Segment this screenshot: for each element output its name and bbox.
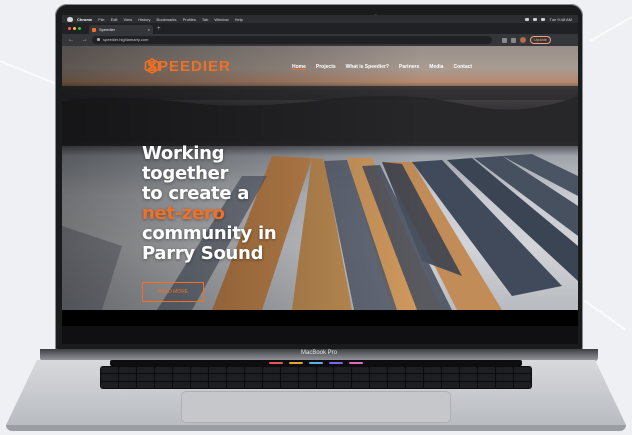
nav-contact[interactable]: Contact xyxy=(453,64,472,70)
hero-overlay xyxy=(62,46,578,310)
tab-close-icon[interactable]: × xyxy=(148,27,150,32)
maximize-window-icon[interactable] xyxy=(78,27,81,30)
menu-item-history[interactable]: History xyxy=(138,17,150,22)
nav-what-is-speedier[interactable]: What is Speedier? xyxy=(346,64,389,70)
site-navigation: Home Projects What is Speedier? Partners… xyxy=(292,64,472,70)
search-icon[interactable] xyxy=(541,17,546,21)
browser-toolbar: ← → ↻ speedier.highlamarty.com Update xyxy=(62,34,578,46)
menu-item-edit[interactable]: Edit xyxy=(111,17,118,22)
toolbar-actions: Update xyxy=(502,36,551,44)
read-more-button[interactable]: READ MORE xyxy=(142,282,204,302)
close-window-icon[interactable] xyxy=(68,27,71,30)
menu-status-area: Tue 9:48 AM xyxy=(525,17,578,22)
address-url: speedier.highlamarty.com xyxy=(103,37,149,42)
touchbar-key[interactable] xyxy=(309,362,323,364)
headline-line: community in xyxy=(142,223,277,244)
trackpad[interactable] xyxy=(182,392,450,422)
browser-tab-bar: Speedier × + xyxy=(62,23,578,34)
lock-icon xyxy=(97,38,100,41)
apple-icon[interactable] xyxy=(67,16,73,22)
menu-item-tab[interactable]: Tab xyxy=(202,17,208,22)
menu-item-view[interactable]: View xyxy=(123,17,132,22)
background-line xyxy=(590,10,632,42)
menu-app-name[interactable]: Chrome xyxy=(77,17,92,22)
address-bar[interactable]: speedier.highlamarty.com xyxy=(92,36,492,44)
touchbar-key[interactable] xyxy=(349,362,363,364)
touchbar-key[interactable] xyxy=(289,362,303,364)
battery-icon[interactable] xyxy=(533,17,538,21)
mac-menu-bar: Chrome File Edit View History Bookmarks … xyxy=(62,15,578,23)
headline-highlight: net-zero xyxy=(142,203,225,224)
headline-line: Working xyxy=(142,143,225,164)
headline-line: Parry Sound xyxy=(142,243,264,264)
menu-item-bookmarks[interactable]: Bookmarks xyxy=(157,17,177,22)
extensions-icon[interactable] xyxy=(502,37,507,43)
laptop-base-edge xyxy=(6,425,626,431)
nav-partners[interactable]: Partners xyxy=(399,64,419,70)
profile-avatar[interactable] xyxy=(520,37,526,43)
menu-item-window[interactable]: Window xyxy=(214,17,228,22)
nav-media[interactable]: Media xyxy=(429,64,443,70)
model-label: MacBook Pro xyxy=(300,350,337,356)
minimize-window-icon[interactable] xyxy=(73,27,76,30)
page-lower-band xyxy=(62,326,578,344)
menu-item-profiles[interactable]: Profiles xyxy=(183,17,196,22)
wifi-icon[interactable] xyxy=(525,17,530,21)
window-controls xyxy=(68,27,81,30)
laptop-screen: Chrome File Edit View History Bookmarks … xyxy=(62,15,578,344)
headline-line: together xyxy=(142,163,229,184)
nav-projects[interactable]: Projects xyxy=(316,64,336,70)
bookmark-star-icon[interactable] xyxy=(511,37,516,43)
menu-item-file[interactable]: File xyxy=(98,17,104,22)
hero-section: SPEEDIER Home Projects What is Speedier?… xyxy=(62,46,578,310)
site-logo[interactable]: SPEEDIER xyxy=(144,58,231,75)
browser-tab[interactable]: Speedier × xyxy=(89,25,153,34)
nav-home[interactable]: Home xyxy=(292,64,306,70)
favicon-icon xyxy=(92,27,96,32)
touchbar-key[interactable] xyxy=(269,362,283,364)
menu-item-help[interactable]: Help xyxy=(235,17,243,22)
background-line xyxy=(583,300,626,331)
hexagon-logo-icon xyxy=(144,58,160,74)
new-tab-button[interactable]: + xyxy=(157,25,161,33)
headline-line: to create a xyxy=(142,183,250,204)
tab-title: Speedier xyxy=(99,27,116,32)
hero-headline: Working together to create a net-zero co… xyxy=(142,143,277,264)
update-button[interactable]: Update xyxy=(530,36,551,44)
keyboard[interactable] xyxy=(100,366,532,389)
touchbar-key[interactable] xyxy=(329,362,343,364)
menu-clock[interactable]: Tue 9:48 AM xyxy=(549,17,572,22)
